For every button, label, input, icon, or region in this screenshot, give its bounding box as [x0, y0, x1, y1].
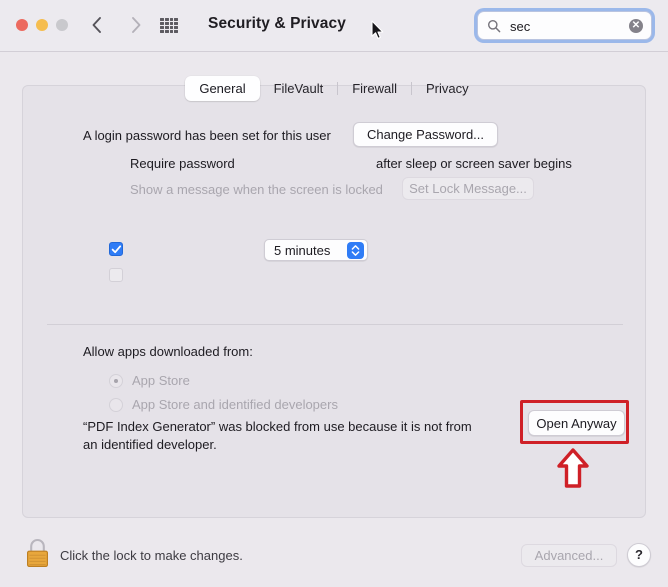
show-all-grid-icon[interactable] [160, 18, 178, 33]
preference-tabs: General FileVault Firewall Privacy [0, 76, 668, 101]
zoom-window-button[interactable] [56, 19, 68, 31]
tab-privacy[interactable]: Privacy [412, 76, 483, 101]
blocked-app-message-line1: “PDF Index Generator” was blocked from u… [83, 419, 472, 434]
login-password-status-text: A login password has been set for this u… [83, 128, 331, 143]
open-anyway-button[interactable]: Open Anyway [528, 410, 625, 436]
chevron-right-icon [131, 17, 140, 33]
general-tab-panel: A login password has been set for this u… [22, 85, 646, 518]
chevron-left-icon [92, 17, 101, 33]
show-lock-message-label: Show a message when the screen is locked [130, 182, 383, 197]
allow-apps-heading: Allow apps downloaded from: [83, 344, 253, 359]
window-titlebar: Security & Privacy ✕ [0, 0, 668, 52]
help-button[interactable]: ? [627, 543, 651, 567]
back-button[interactable] [86, 12, 106, 38]
navigation-buttons [86, 12, 146, 38]
search-input[interactable] [508, 12, 622, 41]
require-password-suffix-text: after sleep or screen saver begins [376, 156, 572, 171]
advanced-button[interactable]: Advanced... [521, 544, 617, 567]
padlock-closed-icon[interactable] [23, 537, 52, 570]
require-password-label: Require password [130, 156, 235, 171]
tab-firewall[interactable]: Firewall [338, 76, 411, 101]
clear-search-icon[interactable]: ✕ [629, 19, 643, 33]
change-password-button[interactable]: Change Password... [353, 122, 498, 147]
search-icon [488, 20, 501, 33]
mouse-cursor [371, 20, 384, 39]
radio-app-store-and-identified-developers-label: App Store and identified developers [132, 397, 338, 412]
section-divider [47, 324, 623, 325]
search-field[interactable]: ✕ [477, 11, 652, 41]
checkmark-icon [111, 245, 122, 254]
selected-interval-value: 5 minutes [274, 243, 331, 258]
set-lock-message-button[interactable]: Set Lock Message... [402, 177, 534, 200]
close-window-button[interactable] [16, 19, 28, 31]
tab-general[interactable]: General [185, 76, 260, 101]
show-lock-message-checkbox[interactable] [109, 268, 123, 282]
forward-button[interactable] [126, 12, 146, 38]
radio-app-store[interactable] [109, 374, 123, 388]
tab-filevault[interactable]: FileVault [260, 76, 338, 101]
minimize-window-button[interactable] [36, 19, 48, 31]
require-password-checkbox[interactable] [109, 242, 123, 256]
page-title: Security & Privacy [208, 15, 346, 32]
radio-app-store-and-identified-developers[interactable] [109, 398, 123, 412]
traffic-light-buttons [16, 19, 68, 31]
system-preferences-window: Security & Privacy ✕ General FileVault F… [0, 0, 668, 587]
blocked-app-message-line2: an identified developer. [83, 437, 217, 452]
lock-hint-text: Click the lock to make changes. [60, 548, 243, 563]
radio-app-store-label: App Store [132, 373, 190, 388]
chevron-updown-icon [347, 242, 364, 259]
require-password-interval-select[interactable]: 5 minutes [264, 239, 368, 261]
